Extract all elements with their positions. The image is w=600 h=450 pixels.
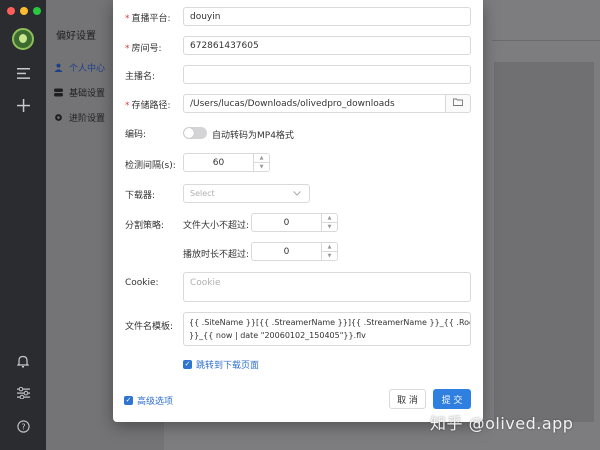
room-row: * 房间号: (125, 40, 162, 54)
settings-item-profile[interactable]: 个人中心 (54, 58, 105, 76)
interval-value: 60 (212, 157, 225, 168)
settings-title: 偏好设置 (56, 31, 96, 42)
close-window-button[interactable] (7, 7, 15, 15)
settings-item-label: 进阶设置 (69, 113, 106, 124)
filename-row: 文件名模板: (125, 318, 173, 332)
downloader-row: 下载器: (125, 187, 155, 201)
platform-label-text: 直播平台: (131, 13, 171, 24)
room-label: * 房间号: (125, 41, 162, 54)
submit-button[interactable]: 提 交 (433, 389, 471, 409)
help-icon[interactable]: ? (14, 417, 32, 435)
required-mark: * (125, 100, 130, 111)
app-logo[interactable] (12, 28, 34, 50)
room-label-text: 房间号: (131, 43, 162, 54)
interval-row: 检测间隔(s): (125, 157, 176, 171)
advanced-options-row[interactable]: ✓ 高级选项 (124, 393, 173, 407)
advanced-options-label: 高级选项 (137, 396, 174, 407)
cookie-label: Cookie: (125, 278, 159, 288)
required-mark: * (125, 43, 130, 54)
encoding-row: 编码: (125, 126, 146, 140)
app-sidebar: ? (0, 0, 46, 450)
streamer-name-input[interactable] (183, 65, 471, 84)
size-limit-stepper[interactable]: 0 ▲ ▼ (251, 213, 338, 232)
folder-icon (453, 98, 463, 109)
required-mark: * (125, 13, 130, 24)
jump-checkbox[interactable]: ✓ (183, 359, 192, 369)
room-id-input[interactable]: 672861437605 (183, 36, 471, 55)
menu-icon[interactable] (14, 64, 32, 82)
auto-transcode-toggle[interactable] (183, 127, 207, 139)
streamer-label: 主播名: (125, 71, 156, 82)
platform-label: * 直播平台: (125, 11, 171, 24)
size-limit-label: 文件大小不超过: (183, 221, 250, 231)
decrement-button[interactable]: ▼ (254, 163, 269, 171)
platform-row: * 直播平台: (125, 10, 171, 24)
maximize-window-button[interactable] (33, 7, 41, 15)
split-row: 分割策略: (125, 217, 164, 231)
increment-button[interactable]: ▲ (322, 214, 337, 223)
duration-limit-label: 播放时长不超过: (183, 250, 250, 260)
sliders-icon[interactable] (14, 384, 32, 402)
increment-button[interactable]: ▲ (254, 154, 269, 163)
jump-label: 跳转到下载页面 (196, 360, 260, 371)
stepper-buttons: ▲ ▼ (321, 214, 337, 231)
advanced-options-checkbox[interactable]: ✓ (124, 395, 133, 405)
divider (492, 40, 600, 41)
stepper-buttons: ▲ ▼ (321, 243, 337, 260)
auto-transcode-label: 自动转码为MP4格式 (212, 131, 294, 141)
settings-item-label: 基础设置 (69, 88, 106, 99)
filename-template-label: 文件名模板: (125, 321, 174, 332)
browse-folder-button[interactable] (446, 94, 471, 113)
settings-item-advanced[interactable]: 进阶设置 (54, 108, 105, 126)
add-room-dialog: * 直播平台: douyin * 房间号: 672861437605 主播名: * 存… (113, 0, 483, 422)
duration-limit-stepper[interactable]: 0 ▲ ▼ (251, 242, 338, 261)
chevron-down-icon (293, 189, 301, 198)
toggle-icon (54, 88, 63, 97)
bell-icon[interactable] (14, 352, 32, 370)
interval-stepper[interactable]: 60 ▲ ▼ (183, 153, 270, 172)
window-controls (7, 7, 41, 15)
size-limit-value: 0 (283, 217, 290, 228)
encoding-label: 编码: (125, 129, 147, 140)
gear-icon (54, 113, 63, 122)
minimize-window-button[interactable] (20, 7, 28, 15)
jump-row[interactable]: ✓ 跳转到下载页面 (183, 357, 259, 371)
svg-text:?: ? (21, 422, 25, 431)
cancel-button[interactable]: 取 消 (389, 389, 426, 409)
add-icon[interactable] (14, 96, 32, 114)
downloader-select[interactable]: Select (183, 184, 310, 203)
cookie-textarea[interactable]: Cookie (183, 272, 471, 302)
downloader-placeholder: Select (190, 189, 215, 198)
stepper-buttons: ▲ ▼ (253, 154, 269, 171)
filename-template-line: {{ .SiteName }}[{{ .StreamerName }}]{{ .… (189, 318, 470, 327)
settings-item-basic[interactable]: 基础设置 (54, 83, 105, 101)
streamer-row: 主播名: (125, 68, 155, 82)
storage-label: * 存储路径: (125, 98, 171, 111)
storage-path-input[interactable]: /Users/lucas/Downloads/olivedpro_downloa… (183, 94, 446, 113)
filename-template-line: }}_{{ now | date "20060102_150405"}}.flv (189, 331, 366, 340)
watermark: 知乎 @olived.app (430, 414, 574, 433)
storage-label-text: 存储路径: (131, 100, 171, 111)
cookie-row: Cookie: (125, 276, 159, 290)
filename-template-textarea[interactable]: {{ .SiteName }}[{{ .StreamerName }}]{{ .… (183, 312, 471, 346)
split-label: 分割策略: (125, 220, 165, 231)
user-icon (54, 63, 63, 72)
storage-row: * 存储路径: (125, 97, 171, 111)
decrement-button[interactable]: ▼ (322, 223, 337, 231)
downloader-label: 下载器: (125, 190, 156, 201)
duration-limit-value: 0 (283, 246, 290, 257)
content-card (494, 62, 594, 422)
decrement-button[interactable]: ▼ (322, 252, 337, 260)
platform-input[interactable]: douyin (183, 7, 471, 26)
increment-button[interactable]: ▲ (322, 243, 337, 252)
interval-label: 检测间隔(s): (125, 160, 176, 171)
settings-item-label: 个人中心 (69, 63, 106, 74)
